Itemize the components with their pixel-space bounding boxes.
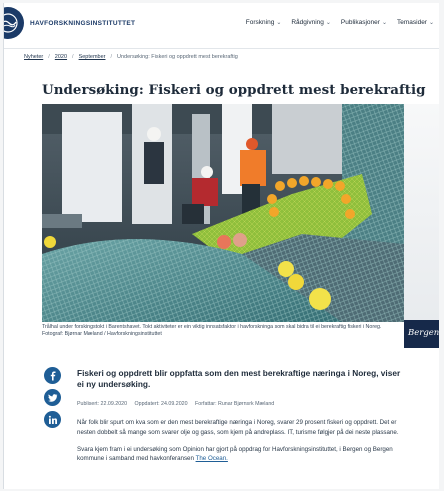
breadcrumb-link-2020[interactable]: 2020 xyxy=(55,54,67,60)
author: Forfattar: Runar Bjørnsrk Mæland xyxy=(195,401,275,407)
chevron-down-icon: ⌄ xyxy=(325,20,331,26)
nav-item-radgivning[interactable]: Rådgivning ⌄ xyxy=(291,19,331,26)
breadcrumb-link-nyheter[interactable]: Nyheter xyxy=(24,54,43,60)
main-nav: Forskning ⌄ Rådgivning ⌄ Publikasjoner ⌄… xyxy=(246,19,434,26)
sidebar-banner-text: Bergen xyxy=(408,328,439,338)
browser-viewport: HAVFORSKNINGSINSTITUTTET Forskning ⌄ Råd… xyxy=(0,0,444,491)
published-date: Publisert: 22.09.2020 xyxy=(77,401,128,407)
photo-caption: Trålhal under forskingstokt i Barentshav… xyxy=(42,324,402,338)
nav-item-label: Rådgivning xyxy=(291,19,324,26)
photo-credit: Fotograf: Bjørnar Mæland / Havforsknings… xyxy=(42,331,162,338)
nav-item-label: Forskning xyxy=(245,19,275,26)
updated-date: Oppdatert: 24.09.2020 xyxy=(134,401,188,407)
article-meta: Publisert: 22.09.2020 Oppdatert: 24.09.2… xyxy=(77,401,280,407)
breadcrumb-separator: / xyxy=(110,54,113,60)
paragraph: Svara kjem fram i ei undersøking som Opi… xyxy=(77,445,409,465)
twitter-icon[interactable] xyxy=(44,389,61,406)
sidebar-ad xyxy=(404,104,439,322)
breadcrumb: Nyheter / 2020 / September / Undersøking… xyxy=(24,54,238,60)
social-share xyxy=(44,367,61,428)
chevron-down-icon: ⌄ xyxy=(276,20,282,26)
paragraph: Når folk blir spurt om kva som er den me… xyxy=(77,419,399,436)
nav-item-forskning[interactable]: Forskning ⌄ xyxy=(246,19,282,26)
nav-item-label: Publikasjoner xyxy=(340,19,380,26)
linkedin-icon[interactable] xyxy=(44,411,61,428)
breadcrumb-separator: / xyxy=(48,54,50,60)
breadcrumb-separator: / xyxy=(72,54,74,60)
site-brand[interactable]: HAVFORSKNINGSINSTITUTTET xyxy=(30,20,135,27)
caption-text: Trålhal under forskingstokt i Barentshav… xyxy=(42,324,382,330)
paragraph-text: Svara kjem fram i ei undersøking som Opi… xyxy=(77,445,393,463)
the-ocean-link[interactable]: The Ocean. xyxy=(196,455,228,462)
site-header: HAVFORSKNINGSINSTITUTTET Forskning ⌄ Råd… xyxy=(4,3,439,49)
logo-icon[interactable] xyxy=(4,7,24,39)
page-title: Undersøking: Fiskeri og oppdrett mest be… xyxy=(42,82,426,98)
hero-photo xyxy=(42,104,404,322)
breadcrumb-link-september[interactable]: September xyxy=(79,54,106,60)
article-body: Når folk blir spurt om kva som er den me… xyxy=(77,418,409,471)
nav-item-label: Temasider xyxy=(396,19,427,26)
nav-item-temasider[interactable]: Temasider ⌄ xyxy=(397,19,434,26)
breadcrumb-current: Undersøking: Fiskeri og oppdrett mest be… xyxy=(117,54,238,60)
chevron-down-icon: ⌄ xyxy=(381,20,387,26)
article-lead: Fiskeri og oppdrett blir oppfatta som de… xyxy=(77,368,401,389)
article-page: HAVFORSKNINGSINSTITUTTET Forskning ⌄ Råd… xyxy=(3,3,439,489)
nav-item-publikasjoner[interactable]: Publikasjoner ⌄ xyxy=(341,19,387,26)
sidebar-ad-background xyxy=(404,104,439,322)
chevron-down-icon: ⌄ xyxy=(428,20,434,26)
facebook-icon[interactable] xyxy=(44,367,61,384)
